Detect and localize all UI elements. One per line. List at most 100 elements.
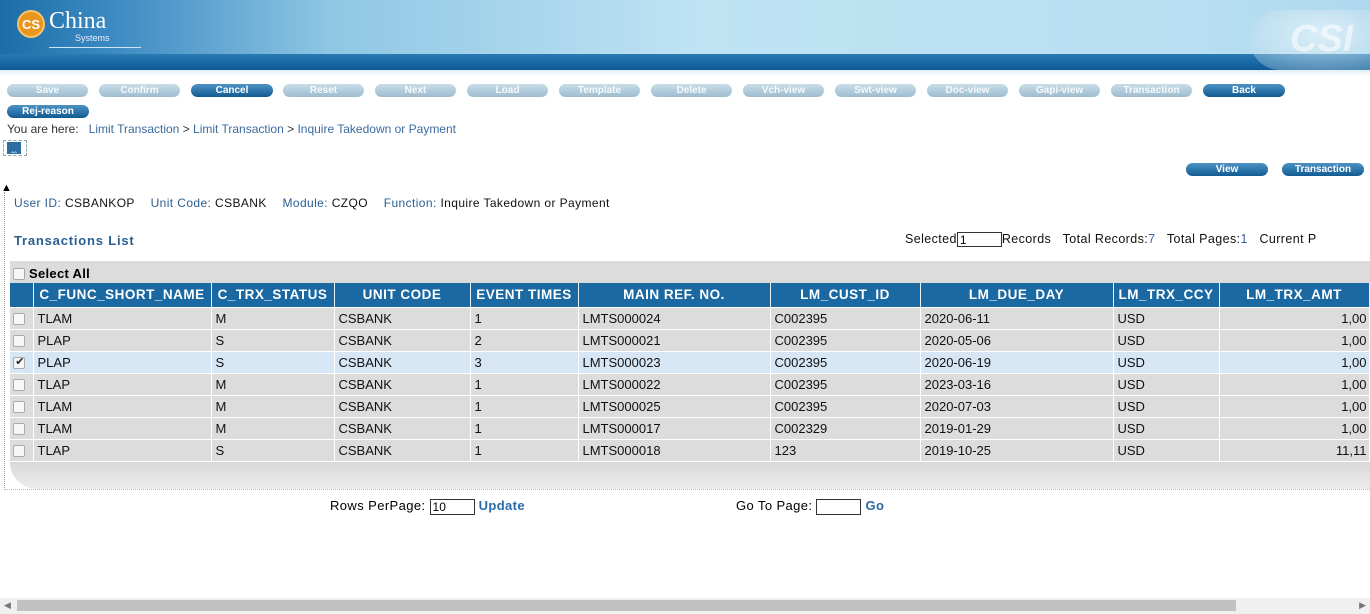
breadcrumb: You are here: Limit Transaction > Limit …: [7, 122, 456, 136]
rej-reason-button[interactable]: Rej-reason: [7, 105, 89, 118]
header-band: [0, 54, 1370, 70]
table-cell: C002395: [770, 395, 921, 418]
module-label: Module:: [282, 196, 328, 210]
row-select-cell: [10, 329, 34, 352]
select-all-checkbox[interactable]: [13, 268, 25, 280]
update-link[interactable]: Update: [479, 498, 525, 513]
gapi-view-button[interactable]: Gapi-view: [1019, 84, 1100, 97]
table-cell: TLAP: [33, 373, 212, 396]
table-cell: PLAP: [33, 351, 212, 374]
scroll-left-icon[interactable]: ◀: [4, 600, 11, 611]
table-row[interactable]: TLAM M CSBANK 1 LMTS000017 C002329 2019-01-29 U…: [10, 417, 1370, 440]
table-cell: LMTS000025: [578, 395, 771, 418]
panel-border: [4, 192, 5, 490]
row-select-cell: [10, 395, 34, 418]
total-pages-label: Total Pages:: [1166, 232, 1241, 246]
table-cell: USD: [1113, 395, 1220, 418]
table-cell: LMTS000024: [578, 307, 771, 330]
collapse-toggle[interactable]: ‸‸: [3, 140, 27, 156]
row-select-cell: [10, 307, 34, 330]
reset-button[interactable]: Reset: [283, 84, 364, 97]
table-cell: USD: [1113, 373, 1220, 396]
table-cell: 2020-07-03: [920, 395, 1114, 418]
row-checkbox[interactable]: [13, 334, 26, 347]
column-header[interactable]: LM_DUE_DAY: [920, 283, 1114, 308]
doc-view-button[interactable]: Doc-view: [927, 84, 1008, 97]
logo-underline: [49, 47, 141, 48]
table-row[interactable]: PLAPSCSBANK3LMTS000023C0023952020-06-19U…: [10, 351, 1370, 374]
breadcrumb-item[interactable]: Limit Transaction: [193, 122, 284, 136]
table-cell: CSBANK: [334, 439, 471, 462]
back-button[interactable]: Back: [1203, 84, 1285, 97]
rows-per-page-field[interactable]: [429, 498, 475, 515]
table-cell: CSBANK: [334, 329, 471, 352]
column-header[interactable]: LM_CUST_ID: [770, 283, 921, 308]
select-all-label: Select All: [29, 266, 91, 281]
row-select-cell: [10, 439, 34, 462]
load-button[interactable]: Load: [467, 84, 548, 97]
selected-count-field[interactable]: [956, 232, 1002, 248]
next-button[interactable]: Next: [375, 84, 456, 97]
column-header[interactable]: EVENT TIMES: [470, 283, 579, 308]
column-header[interactable]: C_FUNC_SHORT_NAME: [33, 283, 212, 308]
column-header[interactable]: LM_TRX_AMT: [1219, 283, 1370, 308]
select-all[interactable]: Select All: [13, 266, 90, 281]
transaction-button[interactable]: Transaction: [1282, 163, 1364, 176]
table-cell: 2023-03-16: [920, 373, 1114, 396]
table-cell: USD: [1113, 329, 1220, 352]
table-cell: LMTS000021: [578, 329, 771, 352]
table-cell: CSBANK: [334, 373, 471, 396]
table-cell: 1: [470, 307, 579, 330]
selected-label: Selected: [905, 232, 957, 246]
table-cell: 1,00: [1219, 373, 1370, 396]
context-info: User ID: CSBANKOP Unit Code: CSBANK Modu…: [14, 196, 622, 210]
table-cell: 2019-01-29: [920, 417, 1114, 440]
column-header[interactable]: UNIT CODE: [334, 283, 471, 308]
table-row[interactable]: PLAP S CSBANK 2 LMTS000021 C002395 2020-05-06 U…: [10, 329, 1370, 352]
row-checkbox[interactable]: [13, 378, 26, 391]
total-pages-value: 1: [1240, 232, 1248, 246]
row-checkbox[interactable]: [13, 355, 26, 369]
vch-view-button[interactable]: Vch-view: [743, 84, 824, 97]
view-button[interactable]: View: [1186, 163, 1268, 176]
table-cell: 1,00: [1219, 307, 1370, 330]
table-row[interactable]: TLAM M CSBANK 1 LMTS000024 C002395 2020-06-11 U…: [10, 307, 1370, 330]
watermark-text: CSI: [1290, 18, 1354, 60]
swt-view-button[interactable]: Swt-view: [835, 84, 916, 97]
breadcrumb-separator: >: [287, 122, 295, 136]
breadcrumb-item-current: Inquire Takedown or Payment: [297, 122, 456, 136]
table-header-row: C_FUNC_SHORT_NAME C_TRX_STATUS UNIT CODE…: [10, 283, 1370, 308]
chevron-up-icon: ‸‸: [7, 142, 21, 154]
table-row[interactable]: TLAP M CSBANK 1 LMTS000022 C002395 2023-03-16 U…: [10, 373, 1370, 396]
column-header[interactable]: MAIN REF. NO.: [578, 283, 771, 308]
delete-button[interactable]: Delete: [651, 84, 732, 97]
cancel-button[interactable]: Cancel: [191, 84, 273, 97]
column-header[interactable]: LM_TRX_CCY: [1113, 283, 1220, 308]
resize-arrow-icon: ▲: [1, 182, 12, 194]
table-cell: 123: [770, 439, 921, 462]
panel-border-bottom: [4, 489, 1370, 490]
table-row[interactable]: TLAM M CSBANK 1 LMTS000025 C002395 2020-07-03 U…: [10, 395, 1370, 418]
save-button[interactable]: Save: [7, 84, 88, 97]
confirm-button[interactable]: Confirm: [99, 84, 180, 97]
row-checkbox[interactable]: [13, 400, 26, 413]
breadcrumb-item[interactable]: Limit Transaction: [89, 122, 180, 136]
table-cell: 1,00: [1219, 329, 1370, 352]
row-checkbox[interactable]: [13, 422, 26, 435]
user-id-label: User ID:: [14, 196, 62, 210]
go-link[interactable]: Go: [865, 498, 884, 513]
scrollbar-thumb[interactable]: [17, 600, 1236, 611]
row-checkbox[interactable]: [13, 312, 26, 325]
unit-code-label: Unit Code:: [150, 196, 212, 210]
breadcrumb-separator: >: [182, 122, 190, 136]
table-row[interactable]: TLAP S CSBANK 1 LMTS000018 123 2019-10-25 USD 11…: [10, 439, 1370, 462]
transaction-toolbar-button[interactable]: Transaction: [1111, 84, 1192, 97]
template-button[interactable]: Template: [559, 84, 640, 97]
scroll-right-icon[interactable]: ▶: [1359, 600, 1366, 611]
horizontal-scrollbar[interactable]: ◀ ▶: [0, 598, 1370, 614]
row-checkbox[interactable]: [13, 444, 26, 457]
go-to-page-field[interactable]: [816, 498, 862, 515]
table-cell: CSBANK: [334, 351, 471, 374]
records-label: Records: [1001, 232, 1052, 246]
column-header[interactable]: C_TRX_STATUS: [211, 283, 335, 308]
